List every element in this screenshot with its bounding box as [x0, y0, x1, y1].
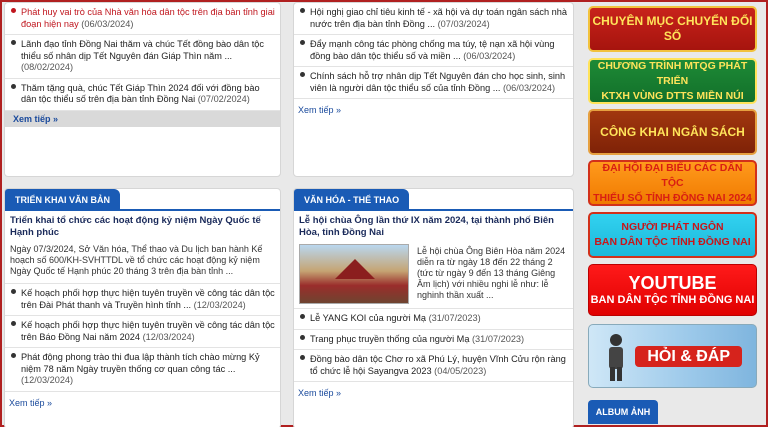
list-item[interactable]: Hội nghị giao chỉ tiêu kinh tế - xã hội …: [294, 3, 573, 35]
section-header: TRIỂN KHAI VĂN BẢN: [5, 189, 280, 211]
list-item[interactable]: Trang phục truyền thống của người Mạ (31…: [294, 330, 573, 350]
feature-desc: Ngày 07/3/2024, Sở Văn hóa, Thể thao và …: [10, 244, 263, 276]
van-hoa-section: VĂN HÓA - THỂ THAO Lễ hội chùa Ông lần t…: [293, 188, 574, 427]
feature-block: Lễ hội chùa Ông Biên Hòa năm 2024 diễn r…: [294, 242, 573, 308]
news-panel-1: Phát huy vai trò của Nhà văn hóa dân tộc…: [4, 2, 281, 177]
banner-ngan-sach[interactable]: CÔNG KHAI NGÂN SÁCH: [588, 109, 757, 155]
list-item[interactable]: Phát huy vai trò của Nhà văn hóa dân tộc…: [5, 3, 280, 35]
news-list-4: Lễ YANG KOI của người Mạ (31/07/2023) Tr…: [294, 308, 573, 382]
banner-hoi-dap[interactable]: HỎI & ĐÁP: [588, 324, 757, 388]
list-item[interactable]: Thăm tặng quà, chúc Tết Giáp Thìn 2024 đ…: [5, 79, 280, 111]
more-link[interactable]: Xem tiếp »: [294, 382, 573, 404]
list-item[interactable]: Chính sách hỗ trợ nhân dịp Tết Nguyên đá…: [294, 67, 573, 99]
more-link[interactable]: Xem tiếp »: [5, 392, 280, 414]
more-link[interactable]: Xem tiếp »: [5, 110, 280, 127]
list-item[interactable]: Kế hoạch phối hợp thực hiện tuyên truyền…: [5, 316, 280, 348]
feature-title[interactable]: Triển khai tổ chức các hoạt động kỷ niệm…: [5, 211, 280, 242]
news-list-1: Phát huy vai trò của Nhà văn hóa dân tộc…: [5, 3, 280, 111]
trien-khai-section: TRIỂN KHAI VĂN BẢN Triển khai tổ chức cá…: [4, 188, 281, 427]
section-title[interactable]: VĂN HÓA - THỂ THAO: [294, 189, 410, 211]
section-header: VĂN HÓA - THỂ THAO: [294, 189, 573, 211]
feature-title[interactable]: Lễ hội chùa Ông lần thứ IX năm 2024, tại…: [294, 211, 573, 242]
list-item[interactable]: Lễ YANG KOI của người Mạ (31/07/2023): [294, 309, 573, 330]
banner-youtube[interactable]: YOUTUBE BAN DÂN TỘC TỈNH ĐỒNG NAI: [588, 264, 757, 316]
list-item[interactable]: Kế hoạch phối hợp thực hiện tuyên truyền…: [5, 284, 280, 316]
news-list-2: Hội nghị giao chỉ tiêu kinh tế - xã hội …: [294, 3, 573, 99]
album-header[interactable]: ALBUM ẢNH: [588, 400, 658, 424]
list-item[interactable]: Đồng bào dân tộc Chơ ro xã Phú Lý, huyện…: [294, 350, 573, 382]
section-title[interactable]: TRIỂN KHAI VĂN BẢN: [5, 189, 121, 211]
news-panel-2: Hội nghị giao chỉ tiêu kinh tế - xã hội …: [293, 2, 574, 177]
banner-nguoi-phat-ngon[interactable]: NGƯỜI PHÁT NGÔN BAN DÂN TỘC TỈNH ĐỒNG NA…: [588, 212, 757, 258]
banner-dai-hoi[interactable]: ĐẠI HỘI ĐẠI BIỂU CÁC DÂN TỘC THIỂU SỐ TỈ…: [588, 160, 757, 206]
list-item[interactable]: Lãnh đạo tỉnh Đồng Nai thăm và chúc Tết …: [5, 35, 280, 79]
banner-mtqg[interactable]: CHƯƠNG TRÌNH MTQG PHÁT TRIỂN KTXH VÙNG D…: [588, 58, 757, 104]
banner-chuyen-doi-so[interactable]: CHUYÊN MỤC CHUYỂN ĐỔI SỐ: [588, 6, 757, 52]
feature-image[interactable]: [299, 244, 409, 304]
list-item[interactable]: Phát động phong trào thi đua lập thành t…: [5, 348, 280, 392]
person-icon: [603, 333, 629, 381]
more-link[interactable]: Xem tiếp »: [294, 99, 573, 121]
news-list-3: Kế hoạch phối hợp thực hiện tuyên truyền…: [5, 283, 280, 392]
list-item[interactable]: Đẩy mạnh công tác phòng chống ma túy, tệ…: [294, 35, 573, 67]
